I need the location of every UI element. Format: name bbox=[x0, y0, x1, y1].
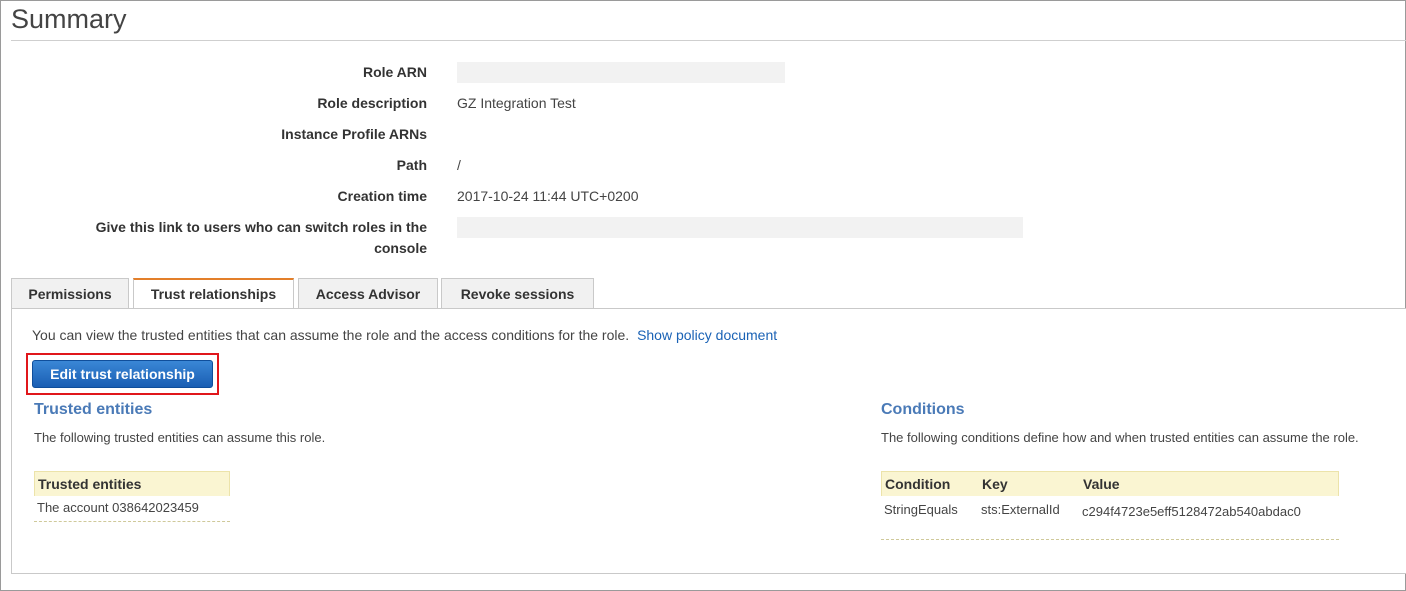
conditions-table-header: Condition Key Value bbox=[881, 471, 1339, 496]
switch-role-label-line1: Give this link to users who can switch r… bbox=[95, 219, 427, 235]
tab-access-advisor[interactable]: Access Advisor bbox=[298, 278, 438, 309]
tab-revoke-sessions[interactable]: Revoke sessions bbox=[441, 278, 594, 309]
edit-button-highlight: Edit trust relationship bbox=[26, 353, 219, 395]
show-policy-document-link[interactable]: Show policy document bbox=[637, 327, 777, 343]
trust-intro-text: You can view the trusted entities that c… bbox=[32, 327, 630, 343]
condition-key: sts:ExternalId bbox=[981, 502, 1060, 517]
instance-profile-label: Instance Profile ARNs bbox=[281, 126, 427, 142]
trusted-entity-value: The account 038642023459 bbox=[37, 500, 199, 515]
page-title: Summary bbox=[11, 4, 127, 34]
switch-role-link-redacted[interactable] bbox=[457, 217, 1023, 238]
role-arn-label: Role ARN bbox=[362, 64, 427, 80]
value-column-header: Value bbox=[1083, 476, 1120, 492]
key-column-header: Key bbox=[982, 476, 1008, 492]
tab-permissions[interactable]: Permissions bbox=[11, 278, 129, 309]
trusted-entities-column-header: Trusted entities bbox=[38, 476, 142, 492]
trust-intro: You can view the trusted entities that c… bbox=[32, 326, 777, 344]
condition-value-string: c294f4723e5eff5128472ab540abdac0 bbox=[1082, 504, 1301, 519]
trusted-entities-title: Trusted entities bbox=[34, 401, 153, 418]
conditions-title: Conditions bbox=[881, 401, 965, 418]
conditions-description: The following conditions define how and … bbox=[881, 430, 1359, 445]
condition-column-header: Condition bbox=[885, 476, 951, 492]
role-description-label: Role description bbox=[317, 95, 427, 111]
table-row: StringEquals sts:ExternalId c294f4723e5e… bbox=[881, 496, 1339, 540]
path-value: / bbox=[457, 157, 461, 173]
switch-role-label-line2: console bbox=[374, 240, 427, 256]
creation-time-value: 2017-10-24 11:44 UTC+0200 bbox=[457, 188, 639, 204]
trusted-entities-description: The following trusted entities can assum… bbox=[34, 430, 326, 445]
role-arn-value-redacted bbox=[457, 62, 785, 83]
role-description-value: GZ Integration Test bbox=[457, 95, 576, 111]
tab-trust-relationships[interactable]: Trust relationships bbox=[133, 278, 294, 310]
trusted-entities-table-header: Trusted entities bbox=[34, 471, 230, 496]
condition-value: StringEquals bbox=[884, 502, 958, 517]
edit-trust-relationship-button[interactable]: Edit trust relationship bbox=[32, 360, 213, 388]
path-label: Path bbox=[396, 157, 427, 173]
creation-time-label: Creation time bbox=[337, 188, 427, 204]
table-row: The account 038642023459 bbox=[34, 496, 230, 522]
title-divider bbox=[11, 40, 1406, 41]
